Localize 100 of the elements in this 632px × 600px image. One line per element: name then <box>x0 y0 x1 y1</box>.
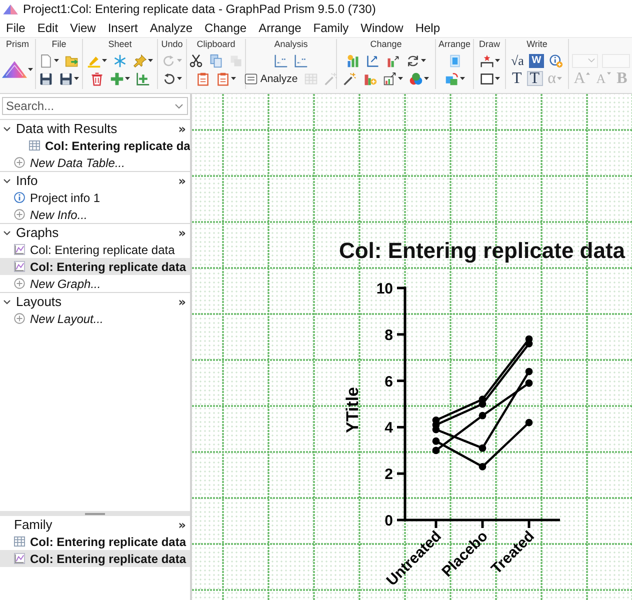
pushpin-icon <box>133 54 147 68</box>
line-chart-icon <box>14 261 25 272</box>
caret-icon <box>494 59 500 62</box>
caret-icon <box>494 77 500 80</box>
bar-chart-button[interactable] <box>345 52 361 69</box>
plus-circle-icon <box>14 278 25 289</box>
bar-plus-icon <box>363 72 377 86</box>
magic-wand-icon <box>343 72 357 86</box>
cut-button[interactable] <box>188 52 204 69</box>
navigator-item[interactable]: Col: Entering replicate da <box>0 137 190 154</box>
section-title: Family <box>14 517 54 532</box>
data-point <box>525 379 533 387</box>
chevron-down-icon[interactable] <box>3 298 11 306</box>
delete-button[interactable] <box>89 70 105 87</box>
axes-plus-button[interactable] <box>135 70 151 87</box>
menu-item[interactable]: Change <box>198 20 253 36</box>
prism-menu-button[interactable] <box>1 61 34 78</box>
plus-icon <box>110 72 124 86</box>
magic-wand-button[interactable] <box>342 70 358 87</box>
info-plus-button[interactable] <box>548 52 564 69</box>
navigator-item[interactable]: Col: Entering replicate data <box>0 241 190 258</box>
group-label: Undo <box>161 39 183 50</box>
pushpin-button[interactable] <box>132 52 154 69</box>
text-box-button[interactable]: T <box>526 71 543 86</box>
data-point <box>525 418 533 426</box>
resize-chart-button[interactable] <box>382 70 404 87</box>
window-title: Project1:Col: Entering replicate data - GraphPad Prism 9.5.0 (730) <box>23 2 376 16</box>
caret-icon <box>54 59 59 62</box>
paste-button[interactable] <box>195 70 211 87</box>
window-icon <box>244 72 258 86</box>
bar-chart-icon <box>346 54 360 68</box>
text-button[interactable]: T <box>511 70 523 87</box>
collapse-button[interactable]: » <box>178 174 190 188</box>
menu-item[interactable]: File <box>0 20 32 36</box>
group-label: Draw <box>478 39 500 50</box>
plus-circle-icon <box>14 157 25 168</box>
axes-arrow-icon <box>366 54 380 68</box>
collapse-button[interactable]: » <box>178 122 190 136</box>
axes-chart-icon <box>274 54 288 68</box>
navigator-item[interactable]: Col: Entering replicate data <box>0 258 190 275</box>
chevron-down-icon[interactable] <box>3 124 11 132</box>
y-tick-label: 2 <box>384 466 393 484</box>
letter-tile-button[interactable]: W <box>528 54 544 68</box>
navigator-item[interactable]: Col: Entering replicate data <box>0 533 190 550</box>
y-tick-label: 6 <box>384 373 393 390</box>
axes-plus-icon <box>136 72 150 86</box>
collapse-button[interactable]: » <box>178 294 190 308</box>
rectangle-icon <box>480 72 494 86</box>
caret-icon <box>177 59 182 62</box>
section-title[interactable]: Graphs <box>16 225 178 240</box>
snowflake-button[interactable] <box>112 52 128 69</box>
chevron-down-icon[interactable] <box>3 228 11 236</box>
equation-button[interactable]: √a <box>510 52 525 69</box>
menu-item[interactable]: Analyze <box>144 20 199 36</box>
menu-item[interactable]: Insert <box>102 20 144 36</box>
layers-icon <box>444 72 458 86</box>
paste-menu-button[interactable] <box>215 70 237 87</box>
section-title[interactable]: Info <box>16 173 178 188</box>
arrange-button[interactable] <box>444 70 466 87</box>
chevron-down-icon <box>588 58 594 63</box>
navigator-item[interactable]: New Info... <box>0 206 190 223</box>
color-circles-icon <box>409 72 423 86</box>
caret-icon <box>74 77 79 80</box>
collapse-button[interactable]: » <box>178 226 190 240</box>
menu-item[interactable]: View <box>64 20 102 36</box>
menu-item[interactable]: Arrange <box>252 20 308 36</box>
navigator-item[interactable]: Col: Entering replicate data <box>0 550 190 567</box>
caret-icon <box>460 77 464 80</box>
collapse-button[interactable]: » <box>178 518 190 532</box>
data-point <box>478 412 486 420</box>
axes-chart-button[interactable] <box>273 52 289 69</box>
analyze-button[interactable]: Analyze <box>243 70 299 87</box>
plus-button[interactable] <box>109 70 131 87</box>
chevron-down-icon[interactable] <box>3 176 11 184</box>
caret-icon <box>421 59 426 62</box>
caret-icon <box>125 77 130 80</box>
navigator-item[interactable]: Project info 1 <box>0 189 190 206</box>
square-icon <box>448 54 462 68</box>
panel-splitter[interactable] <box>0 511 190 516</box>
table-icon <box>14 536 25 547</box>
navigator-item[interactable]: New Layout... <box>0 310 190 327</box>
data-point <box>478 462 486 470</box>
group-label: Write <box>526 39 548 50</box>
section-title[interactable]: Layouts <box>16 294 178 309</box>
menu-item[interactable]: Help <box>409 20 446 36</box>
squares-icon <box>229 54 243 68</box>
group-label: Clipboard <box>196 39 236 50</box>
section-title[interactable]: Data with Results <box>16 121 178 136</box>
folder-arrow-icon <box>65 54 79 68</box>
menu-item[interactable]: Family <box>307 20 355 36</box>
navigator-item[interactable]: New Data Table... <box>0 154 190 171</box>
plus-circle-icon <box>14 313 25 324</box>
group-label: Arrange <box>438 39 471 50</box>
navigator-item[interactable]: New Graph... <box>0 275 190 292</box>
colors-button[interactable] <box>408 70 430 87</box>
axes-chart-button[interactable] <box>293 52 309 69</box>
menu-item[interactable]: Window <box>354 20 410 36</box>
group-label: Analysis <box>274 39 308 50</box>
menu-item[interactable]: Edit <box>31 20 64 36</box>
search-field[interactable]: Search... <box>2 97 188 115</box>
